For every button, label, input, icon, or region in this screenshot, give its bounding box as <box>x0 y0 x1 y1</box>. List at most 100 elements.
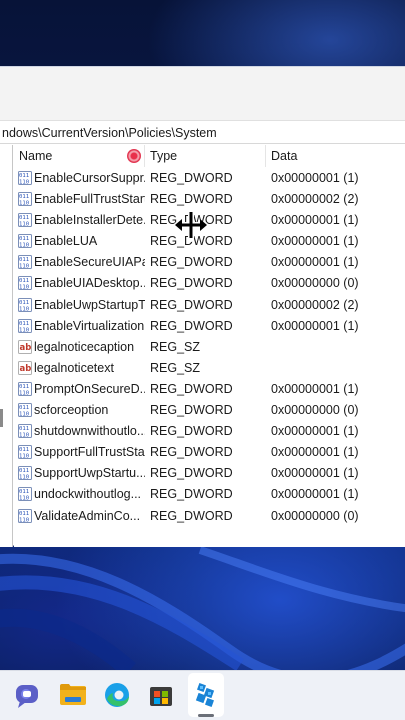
file-explorer-icon[interactable] <box>57 679 89 711</box>
value-data: 0x00000001 (1) <box>271 318 359 333</box>
svg-text:ab: ab <box>20 343 32 353</box>
value-type: REG_DWORD <box>150 318 233 333</box>
value-row[interactable]: 011 110 SupportFullTrustSta... REG_DWORD 0x0… <box>14 442 405 463</box>
value-data: 0x00000001 (1) <box>271 213 359 228</box>
value-type: REG_DWORD <box>150 466 233 481</box>
svg-text:110: 110 <box>19 475 29 481</box>
value-name: scforceoption <box>34 403 109 418</box>
value-row[interactable]: 011 110 EnableUwpStartupT... REG_DWORD 0x000… <box>14 295 405 316</box>
registry-editor-window: ndows\CurrentVersion\Policies\System Nam… <box>0 66 405 547</box>
dword-icon: 011110 <box>18 234 32 249</box>
registry-editor-icon[interactable] <box>190 679 222 711</box>
svg-text:110: 110 <box>19 411 29 417</box>
value-name: SupportUwpStartu... <box>34 466 145 481</box>
dword-icon: 011110 <box>18 381 32 396</box>
svg-text:011: 011 <box>19 469 29 475</box>
value-type: REG_DWORD <box>150 171 233 185</box>
value-data: 0x00000000 (0) <box>271 276 359 291</box>
value-row[interactable]: 011 110 EnableLUA REG_DWORD 0x00000001 (1) <box>14 231 405 252</box>
dword-icon: 011110 <box>18 192 32 207</box>
column-header-data[interactable]: Data <box>266 145 405 167</box>
dword-icon: 011110 <box>18 487 32 502</box>
edge-browser-icon[interactable] <box>101 679 133 711</box>
taskbar <box>0 670 405 720</box>
svg-text:011: 011 <box>19 447 29 453</box>
resize-move-cursor-icon <box>174 208 208 242</box>
column-header-data-label: Data <box>271 149 298 163</box>
tree-scroll-marker <box>0 409 3 427</box>
column-header-name[interactable]: Name <box>14 145 145 167</box>
dword-icon: 011110 <box>18 297 32 312</box>
value-row[interactable]: 011 110 scforceoption REG_DWORD 0x00000000 (… <box>14 400 405 421</box>
string-icon: ab <box>18 360 32 375</box>
string-icon: ab <box>18 339 32 354</box>
value-name: shutdownwithoutlo... <box>34 424 145 439</box>
value-row[interactable]: 011 110 undockwithoutlog... REG_DWORD 0x0000… <box>14 484 405 505</box>
value-name: EnableUIADesktop... <box>34 276 145 291</box>
svg-text:110: 110 <box>19 243 29 249</box>
svg-text:110: 110 <box>19 454 29 460</box>
column-header-type[interactable]: Type <box>146 145 266 167</box>
svg-text:011: 011 <box>19 215 29 221</box>
svg-text:011: 011 <box>19 405 29 411</box>
svg-text:110: 110 <box>19 264 29 270</box>
value-row[interactable]: 011 110 EnableUIADesktop... REG_DWORD 0x0000… <box>14 273 405 294</box>
svg-text:110: 110 <box>19 285 29 291</box>
dword-icon: 011110 <box>18 445 32 460</box>
value-data: 0x00000001 (1) <box>271 171 359 185</box>
value-row[interactable]: ab legalnoticetext REG_SZ <box>14 358 405 379</box>
taskbar-running-indicator <box>198 714 214 717</box>
value-row[interactable]: 011 110 SupportUwpStartu... REG_DWORD 0x0000… <box>14 463 405 484</box>
svg-text:110: 110 <box>19 200 29 206</box>
svg-text:011: 011 <box>19 173 29 179</box>
svg-text:ab: ab <box>20 364 32 374</box>
value-data: 0x00000001 (1) <box>271 234 359 249</box>
value-name: legalnoticecaption <box>34 339 135 354</box>
microsoft-store-icon[interactable] <box>145 679 177 711</box>
value-data: 0x00000001 (1) <box>271 424 359 439</box>
value-name: EnableInstallerDete... <box>34 213 145 228</box>
svg-text:011: 011 <box>19 279 29 285</box>
value-row[interactable]: 011 110 EnableInstallerDete... REG_DWORD 0x0… <box>14 210 405 231</box>
column-header-name-label: Name <box>19 149 53 163</box>
dword-icon: 011110 <box>18 424 32 439</box>
svg-text:011: 011 <box>19 236 29 242</box>
value-data: 0x00000001 (1) <box>271 466 359 481</box>
svg-text:011: 011 <box>19 490 29 496</box>
value-row[interactable]: 011 110 ValidateAdminCo... REG_DWORD 0x00000… <box>14 506 405 527</box>
value-type: REG_DWORD <box>150 445 233 460</box>
value-row[interactable]: 011 110 EnableVirtualization REG_DWORD 0x000… <box>14 316 405 337</box>
values-list-pane[interactable]: Name Type Data 011 110 EnableCursorSuppr..… <box>14 145 405 547</box>
value-name: EnableCursorSuppr... <box>34 171 145 185</box>
value-row[interactable]: 011 110 EnableCursorSuppr... REG_DWORD 0x000… <box>14 168 405 189</box>
value-type: REG_DWORD <box>150 381 233 396</box>
value-type: REG_SZ <box>150 360 201 375</box>
svg-text:011: 011 <box>19 321 29 327</box>
value-type: REG_DWORD <box>150 487 233 502</box>
address-bar[interactable]: ndows\CurrentVersion\Policies\System <box>0 122 405 144</box>
dword-icon: 011110 <box>18 255 32 270</box>
key-tree-pane[interactable] <box>0 145 13 547</box>
value-data: 0x00000002 (2) <box>271 192 359 207</box>
svg-text:011: 011 <box>19 426 29 432</box>
record-indicator-icon <box>127 149 141 163</box>
value-type: REG_DWORD <box>150 424 233 439</box>
svg-text:011: 011 <box>19 258 29 264</box>
value-row[interactable]: 011110EnableFullTrustStart...REG_DWORD0x… <box>14 189 405 210</box>
value-name: EnableSecureUIAPa... <box>34 255 145 270</box>
value-data: 0x00000001 (1) <box>271 381 359 396</box>
value-type: REG_DWORD <box>150 508 233 523</box>
value-row[interactable]: 011 110 PromptOnSecureD... REG_DWORD 0x00000… <box>14 379 405 400</box>
svg-text:011: 011 <box>19 300 29 306</box>
svg-text:011: 011 <box>19 194 29 200</box>
column-header-type-label: Type <box>150 149 178 163</box>
svg-text:011: 011 <box>19 511 29 517</box>
value-data: 0x00000001 (1) <box>271 487 359 502</box>
value-row[interactable]: 011 110 shutdownwithoutlo... REG_DWORD 0x000… <box>14 421 405 442</box>
svg-text:110: 110 <box>19 327 29 333</box>
value-row[interactable]: ab legalnoticecaption REG_SZ <box>14 337 405 358</box>
svg-text:110: 110 <box>19 432 29 438</box>
value-row[interactable]: 011110EnableSecureUIAPa...REG_DWORD0x000… <box>14 252 405 273</box>
teams-chat-icon[interactable] <box>12 679 44 711</box>
svg-text:110: 110 <box>19 496 29 502</box>
